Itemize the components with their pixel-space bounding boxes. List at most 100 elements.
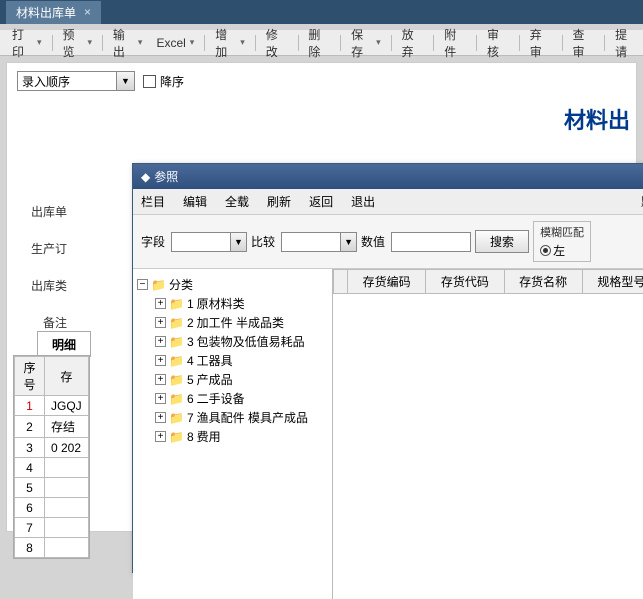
attach-button[interactable]: 附件 bbox=[438, 23, 472, 63]
field-combo[interactable]: ▼ bbox=[171, 232, 247, 252]
col-name[interactable]: 存货名称 bbox=[504, 270, 582, 294]
save-button[interactable]: 保存 bbox=[345, 23, 387, 63]
plus-icon[interactable]: + bbox=[155, 393, 166, 404]
row-num[interactable]: 1 bbox=[15, 396, 45, 416]
fuzzy-match-group: 模糊匹配 左 bbox=[533, 221, 591, 262]
menu-back[interactable]: 返回 bbox=[309, 193, 333, 210]
menu-edit[interactable]: 编辑 bbox=[183, 193, 207, 210]
tree-root[interactable]: − 分类 bbox=[137, 275, 328, 294]
field-input[interactable] bbox=[171, 232, 231, 252]
row-num[interactable]: 2 bbox=[15, 416, 45, 438]
minus-icon[interactable]: − bbox=[137, 279, 148, 290]
cell[interactable] bbox=[45, 538, 89, 558]
row-num[interactable]: 7 bbox=[15, 518, 45, 538]
sort-order-input[interactable] bbox=[17, 71, 117, 91]
category-tree[interactable]: − 分类 +1 原材料类+2 加工件 半成品类+3 包装物及低值易耗品+4 工器… bbox=[133, 269, 333, 599]
tree-item[interactable]: +4 工器具 bbox=[137, 351, 328, 370]
search-button[interactable]: 搜索 bbox=[475, 230, 529, 253]
cell[interactable] bbox=[45, 498, 89, 518]
value-label: 数值 bbox=[361, 233, 385, 250]
plus-icon[interactable]: + bbox=[155, 355, 166, 366]
folder-icon bbox=[169, 373, 184, 387]
chevron-down-icon[interactable]: ▼ bbox=[117, 71, 135, 91]
result-list[interactable]: 存货编码 存货代码 存货名称 规格型号 bbox=[333, 269, 643, 599]
menu-loadall[interactable]: 全载 bbox=[225, 193, 249, 210]
chevron-down-icon[interactable]: ▼ bbox=[341, 232, 357, 252]
excel-button[interactable]: Excel bbox=[150, 33, 200, 53]
compare-combo[interactable]: ▼ bbox=[281, 232, 357, 252]
checkbox-icon bbox=[143, 75, 156, 88]
print-button[interactable]: 打印 bbox=[6, 23, 48, 63]
cell[interactable] bbox=[45, 458, 89, 478]
col-spec[interactable]: 规格型号 bbox=[582, 270, 643, 294]
col-seq[interactable]: 序号 bbox=[15, 357, 45, 396]
modify-button[interactable]: 修改 bbox=[260, 23, 294, 63]
compare-input[interactable] bbox=[281, 232, 341, 252]
tree-item[interactable]: +8 费用 bbox=[137, 427, 328, 446]
tree-item-code: 1 bbox=[187, 297, 194, 311]
row-num[interactable]: 4 bbox=[15, 458, 45, 478]
add-button[interactable]: 增加 bbox=[209, 23, 251, 63]
radio-left[interactable]: 左 bbox=[540, 242, 565, 259]
plus-icon[interactable]: + bbox=[155, 317, 166, 328]
compare-label: 比较 bbox=[251, 233, 275, 250]
preview-button[interactable]: 预览 bbox=[56, 23, 98, 63]
folder-icon bbox=[169, 411, 184, 425]
tab-detail[interactable]: 明细 bbox=[37, 331, 91, 357]
app-tab[interactable]: 材料出库单 × bbox=[6, 1, 101, 24]
radio-icon bbox=[540, 245, 551, 256]
popup-titlebar[interactable]: ◆ 参照 bbox=[133, 164, 643, 189]
menu-column[interactable]: 栏目 bbox=[141, 193, 165, 210]
col-stock[interactable]: 存 bbox=[45, 357, 89, 396]
tree-item[interactable]: +1 原材料类 bbox=[137, 294, 328, 313]
delete-button[interactable]: 删除 bbox=[302, 23, 336, 63]
plus-icon[interactable]: + bbox=[155, 374, 166, 385]
tree-item-label: 原材料类 bbox=[197, 295, 245, 312]
plus-icon[interactable]: + bbox=[155, 431, 166, 442]
row-num[interactable]: 6 bbox=[15, 498, 45, 518]
tree-item-label: 工器具 bbox=[197, 352, 233, 369]
value-input[interactable] bbox=[391, 232, 471, 252]
menu-exit[interactable]: 退出 bbox=[351, 193, 375, 210]
plus-icon[interactable]: + bbox=[155, 336, 166, 347]
cell[interactable] bbox=[45, 478, 89, 498]
tree-item[interactable]: +2 加工件 半成品类 bbox=[137, 313, 328, 332]
tree-item-label: 加工件 半成品类 bbox=[197, 314, 284, 331]
submit-button[interactable]: 提请 bbox=[609, 23, 643, 63]
folder-icon bbox=[169, 430, 184, 444]
col-id[interactable]: 存货代码 bbox=[426, 270, 504, 294]
plus-icon[interactable]: + bbox=[155, 412, 166, 423]
tree-item[interactable]: +7 渔具配件 模具产成品 bbox=[137, 408, 328, 427]
row-num[interactable]: 8 bbox=[15, 538, 45, 558]
desc-checkbox[interactable]: 降序 bbox=[143, 73, 184, 90]
col-code[interactable]: 存货编码 bbox=[348, 270, 426, 294]
form-area: 出库单 生产订 出库类 备注 bbox=[17, 203, 67, 331]
detail-grid[interactable]: 序号 存 1JGQJ 2存结 30 202 4 5 6 7 8 bbox=[13, 355, 90, 559]
menu-refresh[interactable]: 刷新 bbox=[267, 193, 291, 210]
form-label-1: 出库单 bbox=[17, 203, 67, 220]
plus-icon[interactable]: + bbox=[155, 298, 166, 309]
unaudit-button[interactable]: 弃审 bbox=[524, 23, 558, 63]
tree-item-code: 2 bbox=[187, 316, 194, 330]
folder-icon bbox=[151, 278, 166, 292]
cell[interactable]: 存结 bbox=[45, 416, 89, 438]
audit-button[interactable]: 审核 bbox=[481, 23, 515, 63]
detail-tabs: 明细 bbox=[37, 331, 91, 357]
tree-item[interactable]: +3 包装物及低值易耗品 bbox=[137, 332, 328, 351]
abandon-button[interactable]: 放弃 bbox=[396, 23, 430, 63]
tree-item-code: 3 bbox=[187, 335, 194, 349]
cell[interactable]: JGQJ bbox=[45, 396, 89, 416]
row-num[interactable]: 3 bbox=[15, 438, 45, 458]
row-num[interactable]: 5 bbox=[15, 478, 45, 498]
cell[interactable]: 0 202 bbox=[45, 438, 89, 458]
tree-item[interactable]: +6 二手设备 bbox=[137, 389, 328, 408]
sort-order-combo[interactable]: ▼ bbox=[17, 71, 135, 91]
close-icon[interactable]: × bbox=[84, 5, 91, 19]
tree-item-code: 5 bbox=[187, 373, 194, 387]
col-checkbox[interactable] bbox=[334, 270, 348, 294]
query-button[interactable]: 查审 bbox=[566, 23, 600, 63]
tree-item[interactable]: +5 产成品 bbox=[137, 370, 328, 389]
chevron-down-icon[interactable]: ▼ bbox=[231, 232, 247, 252]
cell[interactable] bbox=[45, 518, 89, 538]
output-button[interactable]: 输出 bbox=[107, 23, 149, 63]
